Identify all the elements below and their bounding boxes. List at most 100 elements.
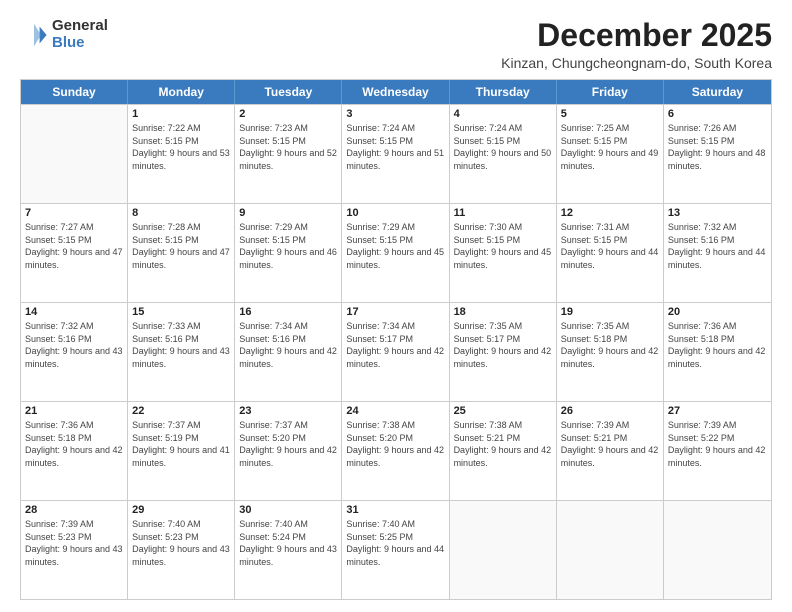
calendar-header-thursday: Thursday [450,80,557,104]
day-info: Sunrise: 7:36 AMSunset: 5:18 PMDaylight:… [668,320,767,370]
calendar-week-2: 7 Sunrise: 7:27 AMSunset: 5:15 PMDaylight… [21,203,771,302]
logo: General Blue [20,18,108,51]
logo-text: General Blue [52,18,108,51]
day-info: Sunrise: 7:34 AMSunset: 5:17 PMDaylight:… [346,320,444,370]
calendar-cell: 10Sunrise: 7:29 AMSunset: 5:15 PMDayligh… [342,204,449,302]
calendar-cell [557,501,664,599]
calendar-week-3: 14 Sunrise: 7:32 AMSunset: 5:16 PMDayligh… [21,302,771,401]
calendar-cell: 30 Sunrise: 7:40 AMSunset: 5:24 PMDayligh… [235,501,342,599]
calendar-cell: 11 Sunrise: 7:30 AMSunset: 5:15 PMDayligh… [450,204,557,302]
logo-icon [20,21,48,49]
calendar-header-wednesday: Wednesday [342,80,449,104]
day-info: Sunrise: 7:35 AMSunset: 5:18 PMDaylight:… [561,320,659,370]
calendar-cell: 13 Sunrise: 7:32 AMSunset: 5:16 PMDayligh… [664,204,771,302]
calendar-cell: 18 Sunrise: 7:35 AMSunset: 5:17 PMDayligh… [450,303,557,401]
calendar-cell [664,501,771,599]
day-number: 13 [668,207,767,219]
day-info: Sunrise: 7:26 AMSunset: 5:15 PMDaylight:… [668,122,767,172]
day-info: Sunrise: 7:38 AMSunset: 5:20 PMDaylight:… [346,419,444,469]
header: General Blue December 2025 Kinzan, Chung… [20,18,772,71]
day-info: Sunrise: 7:28 AMSunset: 5:15 PMDaylight:… [132,221,230,271]
calendar-header-monday: Monday [128,80,235,104]
day-info: Sunrise: 7:34 AMSunset: 5:16 PMDaylight:… [239,320,337,370]
day-number: 19 [561,306,659,318]
calendar-cell: 15Sunrise: 7:33 AMSunset: 5:16 PMDayligh… [128,303,235,401]
day-number: 16 [239,306,337,318]
day-number: 1 [132,108,230,120]
calendar-cell: 22Sunrise: 7:37 AMSunset: 5:19 PMDayligh… [128,402,235,500]
day-info: Sunrise: 7:29 AMSunset: 5:15 PMDaylight:… [239,221,337,271]
main-title: December 2025 [501,18,772,53]
day-info: Sunrise: 7:24 AMSunset: 5:15 PMDaylight:… [454,122,552,172]
day-info: Sunrise: 7:25 AMSunset: 5:15 PMDaylight:… [561,122,659,172]
day-number: 18 [454,306,552,318]
day-info: Sunrise: 7:30 AMSunset: 5:15 PMDaylight:… [454,221,552,271]
day-number: 26 [561,405,659,417]
day-number: 27 [668,405,767,417]
day-info: Sunrise: 7:24 AMSunset: 5:15 PMDaylight:… [346,122,444,172]
day-info: Sunrise: 7:27 AMSunset: 5:15 PMDaylight:… [25,221,123,271]
calendar-cell: 25 Sunrise: 7:38 AMSunset: 5:21 PMDayligh… [450,402,557,500]
day-number: 14 [25,306,123,318]
subtitle: Kinzan, Chungcheongnam-do, South Korea [501,55,772,71]
calendar-cell: 8 Sunrise: 7:28 AMSunset: 5:15 PMDaylight… [128,204,235,302]
day-info: Sunrise: 7:40 AMSunset: 5:25 PMDaylight:… [346,518,444,568]
day-number: 10 [346,207,444,219]
calendar-cell: 31Sunrise: 7:40 AMSunset: 5:25 PMDayligh… [342,501,449,599]
day-info: Sunrise: 7:35 AMSunset: 5:17 PMDaylight:… [454,320,552,370]
day-number: 11 [454,207,552,219]
calendar-cell [21,105,128,203]
calendar-header-sunday: Sunday [21,80,128,104]
day-number: 5 [561,108,659,120]
page: General Blue December 2025 Kinzan, Chung… [0,0,792,612]
calendar-body: 1 Sunrise: 7:22 AMSunset: 5:15 PMDaylight… [21,104,771,599]
calendar-cell: 3 Sunrise: 7:24 AMSunset: 5:15 PMDaylight… [342,105,449,203]
day-number: 25 [454,405,552,417]
day-info: Sunrise: 7:32 AMSunset: 5:16 PMDaylight:… [25,320,123,370]
day-info: Sunrise: 7:31 AMSunset: 5:15 PMDaylight:… [561,221,659,271]
calendar-cell: 1 Sunrise: 7:22 AMSunset: 5:15 PMDaylight… [128,105,235,203]
day-info: Sunrise: 7:39 AMSunset: 5:22 PMDaylight:… [668,419,767,469]
calendar-cell: 21 Sunrise: 7:36 AMSunset: 5:18 PMDayligh… [21,402,128,500]
day-number: 20 [668,306,767,318]
calendar-cell: 23Sunrise: 7:37 AMSunset: 5:20 PMDayligh… [235,402,342,500]
calendar-week-1: 1 Sunrise: 7:22 AMSunset: 5:15 PMDaylight… [21,104,771,203]
calendar-cell [450,501,557,599]
day-info: Sunrise: 7:38 AMSunset: 5:21 PMDaylight:… [454,419,552,469]
day-number: 3 [346,108,444,120]
calendar-cell: 29Sunrise: 7:40 AMSunset: 5:23 PMDayligh… [128,501,235,599]
day-info: Sunrise: 7:39 AMSunset: 5:21 PMDaylight:… [561,419,659,469]
day-info: Sunrise: 7:40 AMSunset: 5:24 PMDaylight:… [239,518,337,568]
calendar-header-row: SundayMondayTuesdayWednesdayThursdayFrid… [21,80,771,104]
day-info: Sunrise: 7:36 AMSunset: 5:18 PMDaylight:… [25,419,123,469]
day-number: 21 [25,405,123,417]
calendar-cell: 24Sunrise: 7:38 AMSunset: 5:20 PMDayligh… [342,402,449,500]
day-number: 28 [25,504,123,516]
day-info: Sunrise: 7:37 AMSunset: 5:20 PMDaylight:… [239,419,337,469]
day-info: Sunrise: 7:23 AMSunset: 5:15 PMDaylight:… [239,122,337,172]
day-number: 7 [25,207,123,219]
calendar-cell: 19 Sunrise: 7:35 AMSunset: 5:18 PMDayligh… [557,303,664,401]
day-info: Sunrise: 7:22 AMSunset: 5:15 PMDaylight:… [132,122,230,172]
day-number: 17 [346,306,444,318]
calendar-week-5: 28 Sunrise: 7:39 AMSunset: 5:23 PMDayligh… [21,500,771,599]
calendar-cell: 17 Sunrise: 7:34 AMSunset: 5:17 PMDayligh… [342,303,449,401]
calendar-week-4: 21 Sunrise: 7:36 AMSunset: 5:18 PMDayligh… [21,401,771,500]
logo-blue: Blue [52,35,108,52]
day-info: Sunrise: 7:32 AMSunset: 5:16 PMDaylight:… [668,221,767,271]
title-block: December 2025 Kinzan, Chungcheongnam-do,… [501,18,772,71]
day-number: 22 [132,405,230,417]
calendar-cell: 2Sunrise: 7:23 AMSunset: 5:15 PMDaylight… [235,105,342,203]
day-info: Sunrise: 7:39 AMSunset: 5:23 PMDaylight:… [25,518,123,568]
day-number: 4 [454,108,552,120]
calendar-cell: 7 Sunrise: 7:27 AMSunset: 5:15 PMDaylight… [21,204,128,302]
day-number: 30 [239,504,337,516]
day-number: 9 [239,207,337,219]
day-number: 8 [132,207,230,219]
calendar-cell: 27 Sunrise: 7:39 AMSunset: 5:22 PMDayligh… [664,402,771,500]
calendar: SundayMondayTuesdayWednesdayThursdayFrid… [20,79,772,600]
calendar-cell: 5 Sunrise: 7:25 AMSunset: 5:15 PMDaylight… [557,105,664,203]
calendar-cell: 9 Sunrise: 7:29 AMSunset: 5:15 PMDaylight… [235,204,342,302]
day-number: 12 [561,207,659,219]
calendar-cell: 6Sunrise: 7:26 AMSunset: 5:15 PMDaylight… [664,105,771,203]
